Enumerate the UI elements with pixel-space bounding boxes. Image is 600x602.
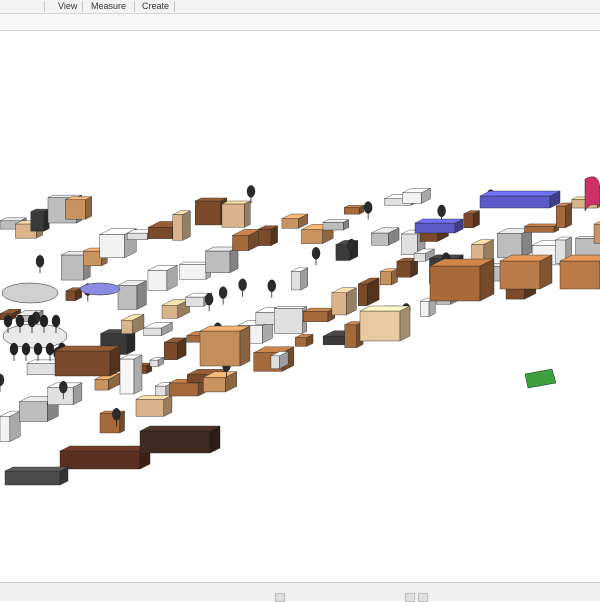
furniture-item bbox=[203, 371, 237, 393]
furniture-item bbox=[322, 219, 349, 231]
furniture-item bbox=[593, 220, 600, 244]
furniture-item bbox=[135, 394, 173, 417]
tab-separator bbox=[44, 1, 45, 12]
view-control-icon[interactable] bbox=[275, 593, 285, 602]
chair-item bbox=[35, 255, 45, 274]
tab-view[interactable]: View bbox=[54, 1, 81, 12]
furniture-item bbox=[205, 246, 239, 273]
furniture-item bbox=[149, 357, 164, 367]
furniture-item bbox=[117, 280, 147, 310]
tab-separator bbox=[174, 1, 175, 12]
chair-item bbox=[218, 286, 228, 305]
furniture-item bbox=[143, 322, 173, 337]
furniture-item bbox=[59, 445, 151, 470]
3d-viewport[interactable] bbox=[0, 31, 600, 582]
furniture-item bbox=[119, 354, 143, 395]
furniture-item bbox=[281, 213, 308, 229]
chair-item bbox=[9, 342, 19, 361]
furniture-item bbox=[65, 196, 92, 220]
chair-item bbox=[21, 342, 31, 361]
furniture-item bbox=[147, 265, 178, 291]
furniture-item bbox=[172, 210, 191, 241]
furniture-item bbox=[295, 334, 314, 347]
furniture-item bbox=[303, 307, 335, 323]
chair-item bbox=[267, 279, 276, 298]
chair-item bbox=[363, 201, 373, 220]
tab-measure[interactable]: Measure bbox=[87, 1, 130, 12]
furniture-item bbox=[221, 200, 251, 228]
furniture-item bbox=[499, 254, 553, 290]
furniture-item bbox=[331, 287, 357, 316]
view-control-icon[interactable] bbox=[405, 593, 415, 602]
furniture-item bbox=[524, 223, 559, 233]
furniture-item bbox=[30, 208, 50, 232]
furniture-item bbox=[463, 210, 480, 229]
furniture-item bbox=[291, 267, 308, 291]
furniture-item bbox=[559, 254, 600, 290]
furniture-item bbox=[161, 299, 190, 319]
green-furniture-item bbox=[524, 368, 557, 389]
furniture-item bbox=[429, 258, 495, 302]
furniture-item bbox=[343, 205, 365, 215]
furniture-model-view bbox=[0, 176, 600, 486]
chair-item bbox=[238, 278, 247, 297]
chair-item bbox=[0, 373, 5, 392]
furniture-item bbox=[258, 225, 278, 246]
furniture-item bbox=[379, 268, 398, 286]
furniture-item bbox=[199, 325, 251, 367]
table-item bbox=[1, 282, 59, 304]
furniture-item bbox=[359, 305, 411, 342]
ribbon-panel bbox=[0, 14, 600, 31]
furniture-item bbox=[4, 466, 69, 486]
furniture-item bbox=[402, 187, 431, 204]
furniture-item bbox=[358, 277, 380, 306]
furniture-item bbox=[479, 190, 561, 209]
chair-item bbox=[204, 292, 214, 312]
furniture-item bbox=[497, 228, 532, 258]
furniture-item bbox=[232, 229, 261, 251]
furniture-item bbox=[371, 227, 400, 246]
furniture-item bbox=[65, 287, 83, 301]
furniture-item bbox=[555, 202, 572, 229]
furniture-collection bbox=[0, 176, 600, 486]
chair-item bbox=[33, 342, 43, 361]
table-item bbox=[79, 282, 121, 296]
furniture-item bbox=[164, 337, 187, 360]
view-control-icon[interactable] bbox=[418, 593, 428, 602]
furniture-item bbox=[414, 218, 464, 234]
chair-item bbox=[311, 247, 321, 266]
furniture-item bbox=[54, 345, 121, 377]
chair-item bbox=[246, 185, 256, 204]
furniture-item bbox=[121, 314, 145, 335]
tab-separator bbox=[134, 1, 135, 12]
furniture-item bbox=[139, 425, 221, 454]
tab-create[interactable]: Create bbox=[138, 1, 173, 12]
furniture-item bbox=[274, 306, 307, 334]
chair-item bbox=[45, 342, 55, 361]
status-bar bbox=[0, 582, 600, 601]
ribbon-tab-bar: View Measure Create bbox=[0, 0, 600, 14]
furniture-item bbox=[0, 410, 21, 442]
tab-separator bbox=[82, 1, 83, 12]
